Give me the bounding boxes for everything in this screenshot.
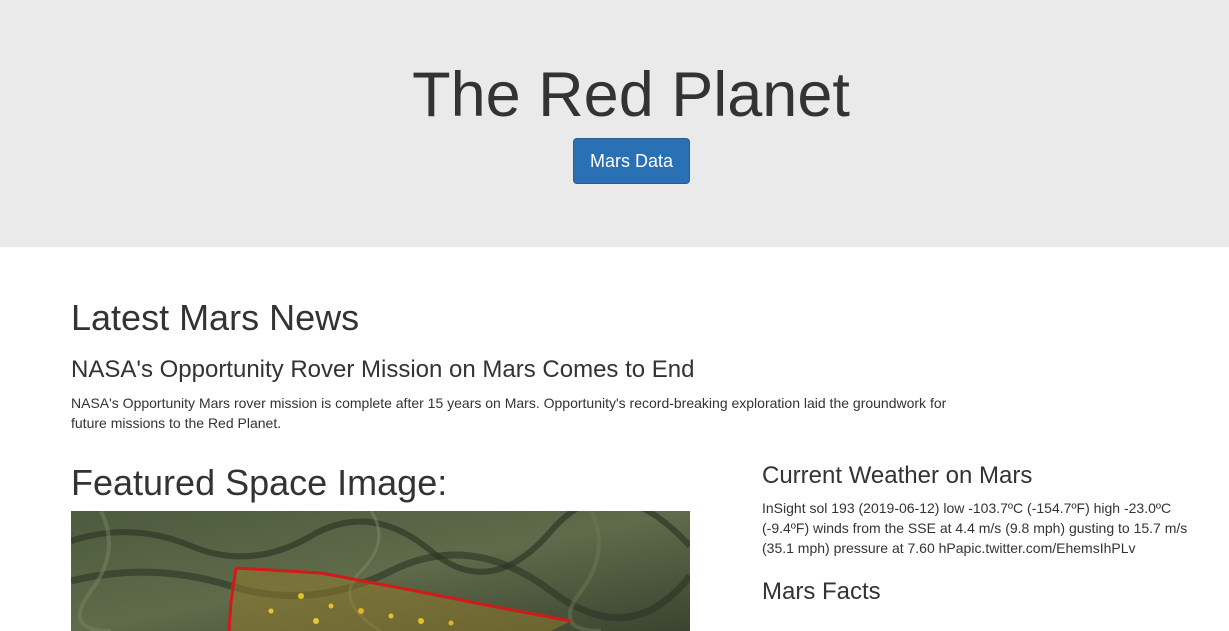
featured-space-image[interactable] xyxy=(71,511,690,631)
featured-image-heading: Featured Space Image: xyxy=(71,462,448,503)
jumbotron-header: The Red Planet Mars Data xyxy=(0,0,1229,247)
weather-text: InSight sol 193 (2019-06-12) low -103.7º… xyxy=(762,500,1188,556)
weather-heading: Current Weather on Mars xyxy=(762,462,1033,489)
news-paragraph: NASA's Opportunity Mars rover mission is… xyxy=(71,395,947,431)
featured-image-graphic xyxy=(71,511,690,631)
mars-data-button[interactable]: Mars Data xyxy=(573,138,690,184)
page-title: The Red Planet xyxy=(412,60,850,130)
mars-facts-heading: Mars Facts xyxy=(762,578,881,605)
latest-news-heading: Latest Mars News xyxy=(71,297,360,338)
news-title: NASA's Opportunity Rover Mission on Mars… xyxy=(71,356,695,383)
